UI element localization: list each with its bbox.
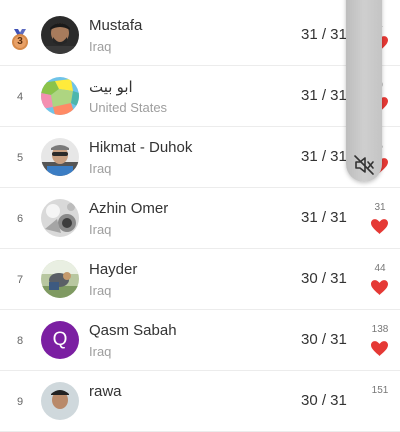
player-score: 31 / 31 [301, 26, 347, 43]
player-country: Iraq [89, 161, 112, 176]
player-name: Hayder [89, 261, 138, 278]
avatar[interactable] [41, 77, 79, 115]
player-rank: 7 [16, 273, 24, 286]
player-country: United States [89, 100, 168, 115]
medal-rank-text: 3 [17, 36, 23, 47]
like-count: 31 [374, 202, 386, 213]
player-score: 30 / 31 [301, 392, 347, 409]
avatar[interactable]: Q [41, 321, 79, 359]
player-rank: 8 [16, 334, 24, 347]
player-rank: 6 [16, 212, 24, 225]
player-score: 31 / 31 [301, 209, 347, 226]
avatar[interactable] [41, 138, 79, 176]
bronze-medal-icon: 3 [10, 29, 30, 56]
leaderboard-row[interactable]: 8 Q Qasm Sabah Iraq 30 / 31 138 [0, 310, 400, 371]
leaderboard-row[interactable]: 4 ابو بيت United States 31 / 31 0 [0, 66, 400, 127]
player-country: Iraq [89, 222, 112, 237]
like-count: 44 [374, 263, 386, 274]
leaderboard-row[interactable]: 3 Mustafa Iraq 31 / 31 1 [0, 5, 400, 66]
like-count: 138 [371, 324, 389, 335]
leaderboard-row[interactable]: 6 Azhin Omer Iraq 31 / 31 31 [0, 188, 400, 249]
player-country: Iraq [89, 283, 112, 298]
player-name: Hikmat - Duhok [89, 139, 193, 156]
player-score: 31 / 31 [301, 148, 347, 165]
player-rank: 9 [16, 395, 24, 408]
heart-icon[interactable] [371, 280, 388, 300]
player-score: 30 / 31 [301, 270, 347, 287]
player-country: Iraq [89, 344, 112, 359]
leaderboard-row[interactable]: 9 rawa 30 / 31 151 [0, 371, 400, 432]
player-name: Qasm Sabah [89, 322, 177, 339]
avatar[interactable] [41, 16, 79, 54]
avatar[interactable] [41, 199, 79, 237]
player-score: 30 / 31 [301, 331, 347, 348]
avatar[interactable] [41, 260, 79, 298]
leaderboard-row[interactable]: 7 Hayder Iraq 30 / 31 44 [0, 249, 400, 310]
player-score: 31 / 31 [301, 87, 347, 104]
heart-icon[interactable] [371, 219, 388, 239]
player-name: rawa [89, 383, 122, 400]
player-country: Iraq [89, 39, 112, 54]
player-rank: 4 [16, 90, 24, 103]
avatar[interactable] [41, 382, 79, 420]
leaderboard-row[interactable]: 5 Hikmat - Duhok Iraq 31 / 31 5 [0, 127, 400, 188]
volume-panel[interactable] [346, 0, 382, 182]
player-name: ابو بيت [89, 79, 133, 96]
player-name: Azhin Omer [89, 200, 169, 217]
heart-icon[interactable] [371, 341, 388, 361]
player-name: Mustafa [89, 17, 143, 34]
player-rank: 5 [16, 151, 24, 164]
like-count: 151 [371, 385, 389, 396]
volume-mute-icon[interactable] [352, 153, 376, 177]
